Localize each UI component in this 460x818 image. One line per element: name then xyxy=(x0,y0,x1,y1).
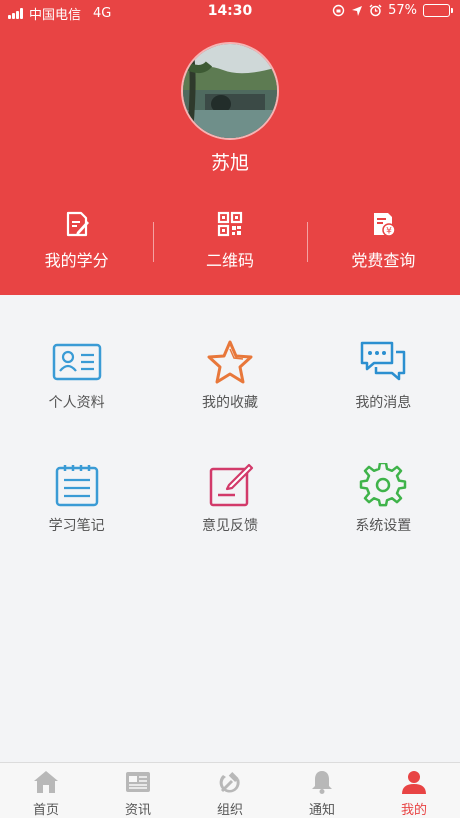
menu-item-label: 意见反馈 xyxy=(201,518,258,534)
quick-action-label: 二维码 xyxy=(205,251,254,270)
battery-percent: 57% xyxy=(388,3,417,18)
menu-item-messages[interactable]: 我的消息 xyxy=(307,340,460,463)
quick-action-credits[interactable]: 我的学分 xyxy=(0,210,153,272)
star-icon xyxy=(207,340,253,384)
bell-icon xyxy=(312,771,332,794)
fee-receipt-icon: ¥ xyxy=(374,213,397,237)
tab-label: 资讯 xyxy=(124,803,151,818)
tab-bar: 首页 资讯 组织 通知 我的 xyxy=(0,762,460,818)
menu-item-feedback[interactable]: 意见反馈 xyxy=(153,463,306,586)
menu-item-label: 个人资料 xyxy=(48,395,105,411)
profile-header: 中国电信 4G 14:30 57% 苏旭 我的学分 二维码 ¥ 党费查询 xyxy=(0,0,460,295)
menu-item-settings[interactable]: 系统设置 xyxy=(307,463,460,586)
home-icon xyxy=(34,771,58,793)
news-icon xyxy=(126,772,150,792)
menu-item-label: 学习笔记 xyxy=(48,518,105,534)
quick-action-qrcode[interactable]: 二维码 xyxy=(153,210,306,272)
avatar-photo xyxy=(183,44,277,138)
tab-label: 首页 xyxy=(32,803,59,818)
avatar[interactable] xyxy=(181,42,279,140)
quick-actions: 我的学分 二维码 ¥ 党费查询 xyxy=(0,210,460,272)
menu-grid: 个人资料 我的收藏 我的消息 学习笔记 意见反馈 系统设置 xyxy=(0,340,460,586)
person-icon xyxy=(402,771,426,794)
menu-item-favorites[interactable]: 我的收藏 xyxy=(153,340,306,463)
quick-action-label: 党费查询 xyxy=(351,251,416,270)
user-name: 苏旭 xyxy=(210,152,249,174)
tab-notifications[interactable]: 通知 xyxy=(276,763,368,818)
tab-home[interactable]: 首页 xyxy=(0,763,92,818)
chat-bubbles-icon xyxy=(361,341,406,381)
rotation-lock-icon xyxy=(332,4,345,17)
hammer-sickle-icon xyxy=(219,772,240,793)
menu-item-label: 我的收藏 xyxy=(201,395,258,411)
tab-label: 组织 xyxy=(216,803,243,818)
quick-action-label: 我的学分 xyxy=(44,251,109,270)
tab-label: 通知 xyxy=(308,803,335,818)
battery-icon xyxy=(423,4,453,17)
tab-label: 我的 xyxy=(400,803,427,818)
alarm-icon xyxy=(369,4,382,17)
quick-action-party-fee[interactable]: ¥ 党费查询 xyxy=(306,210,460,272)
qr-code-icon xyxy=(217,211,243,237)
menu-item-study-notes[interactable]: 学习笔记 xyxy=(0,463,153,586)
feedback-pencil-icon xyxy=(209,463,254,507)
edit-document-icon xyxy=(66,211,89,237)
tab-organization[interactable]: 组织 xyxy=(184,763,276,818)
tab-news[interactable]: 资讯 xyxy=(92,763,184,818)
tab-mine[interactable]: 我的 xyxy=(368,763,460,818)
notepad-icon xyxy=(55,465,98,507)
menu-item-label: 系统设置 xyxy=(355,518,412,534)
status-bar: 中国电信 4G 14:30 57% xyxy=(0,0,460,24)
gear-icon xyxy=(360,463,407,507)
menu-item-profile[interactable]: 个人资料 xyxy=(0,340,153,463)
id-card-icon xyxy=(52,343,101,381)
svg-text:¥: ¥ xyxy=(386,227,392,237)
menu-item-label: 我的消息 xyxy=(355,395,412,411)
location-arrow-icon xyxy=(352,5,363,16)
